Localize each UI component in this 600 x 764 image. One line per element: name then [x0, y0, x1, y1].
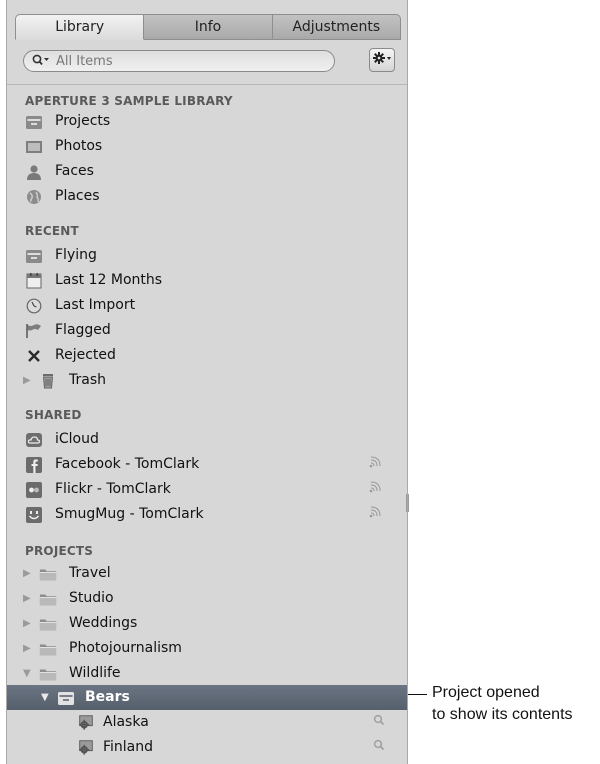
shared-item-smugmug[interactable]: SmugMug - TomClark — [7, 502, 407, 527]
section-header-shared: SHARED — [25, 408, 82, 422]
project-item-studio[interactable]: ▶ Studio — [7, 586, 407, 611]
cloud-icon — [25, 431, 43, 448]
search-icon[interactable] — [32, 54, 50, 69]
flickr-icon — [25, 481, 43, 498]
library-inspector-panel: Library Info Adjustments APERTURE 3 SAMP… — [6, 0, 408, 764]
action-menu-button[interactable] — [369, 48, 395, 72]
album-item-finland[interactable]: Finland — [7, 735, 407, 760]
library-item-places[interactable]: Places — [7, 184, 407, 209]
shared-item-label: iCloud — [55, 431, 99, 447]
trash-icon — [39, 372, 57, 389]
disclosure-triangle-down-icon[interactable]: ▼ — [41, 685, 49, 710]
project-item-travel[interactable]: ▶ Travel — [7, 561, 407, 586]
library-item-projects[interactable]: Projects — [7, 109, 407, 134]
calendar-icon — [25, 272, 43, 289]
tab-adjustments[interactable]: Adjustments — [272, 14, 401, 40]
folder-icon — [39, 665, 57, 682]
flag-icon — [25, 322, 43, 339]
recent-item-flying[interactable]: Flying — [7, 243, 407, 268]
album-item-label: Alaska — [103, 714, 149, 730]
project-item-wildlife[interactable]: ▼ Wildlife — [7, 661, 407, 686]
library-item-label: Places — [55, 188, 100, 204]
disclosure-triangle-right-icon[interactable]: ▶ — [23, 611, 31, 636]
callout-leader-line — [408, 694, 427, 695]
callout-text-line-2: to show its contents — [432, 706, 573, 723]
folder-icon — [39, 590, 57, 607]
x-mark-icon — [25, 347, 43, 364]
sync-status-icon — [369, 477, 385, 502]
recent-item-trash[interactable]: ▶ Trash — [7, 368, 407, 393]
library-item-faces[interactable]: Faces — [7, 159, 407, 184]
project-item-weddings[interactable]: ▶ Weddings — [7, 611, 407, 636]
person-silhouette-icon — [25, 163, 43, 180]
shared-item-flickr[interactable]: Flickr - TomClark — [7, 477, 407, 502]
project-item-bears[interactable]: ▼ Bears — [7, 685, 407, 710]
shared-item-icloud[interactable]: iCloud — [7, 427, 407, 452]
project-item-label: Wildlife — [69, 665, 121, 681]
recent-item-label: Flagged — [55, 322, 111, 338]
tab-library[interactable]: Library — [15, 14, 145, 40]
tab-info[interactable]: Info — [144, 14, 273, 40]
project-item-label: Photojournalism — [69, 640, 182, 656]
album-item-label: Finland — [103, 739, 154, 755]
recent-item-label: Trash — [69, 372, 106, 388]
smugmug-icon — [25, 506, 43, 523]
search-input[interactable] — [56, 53, 306, 69]
project-item-label: Weddings — [69, 615, 138, 631]
clock-icon — [25, 297, 43, 314]
project-item-label: Travel — [69, 565, 111, 581]
smart-album-gear-icon — [77, 739, 95, 756]
project-item-label: Studio — [69, 590, 114, 606]
folder-icon — [39, 640, 57, 657]
search-icon[interactable] — [373, 710, 385, 735]
recent-item-label: Last 12 Months — [55, 272, 163, 288]
library-item-label: Faces — [55, 163, 94, 179]
recent-item-last-12-months[interactable]: Last 12 Months — [7, 268, 407, 293]
album-item-alaska[interactable]: Alaska — [7, 710, 407, 735]
recent-item-rejected[interactable]: Rejected — [7, 343, 407, 368]
callout-text-line-1: Project opened — [432, 684, 540, 701]
disclosure-triangle-right-icon[interactable]: ▶ — [23, 586, 31, 611]
search-field[interactable] — [23, 50, 335, 72]
shared-item-label: Flickr - TomClark — [55, 481, 171, 497]
library-item-label: Projects — [55, 113, 111, 129]
photo-frame-icon — [25, 138, 43, 155]
inspector-tab-bar: Library Info Adjustments — [15, 14, 401, 40]
recent-item-label: Last Import — [55, 297, 136, 313]
section-header-library: APERTURE 3 SAMPLE LIBRARY — [25, 94, 233, 108]
project-item-label: Bears — [85, 689, 130, 705]
globe-icon — [25, 188, 43, 205]
disclosure-triangle-right-icon[interactable]: ▶ — [23, 636, 31, 661]
disclosure-triangle-right-icon[interactable]: ▶ — [23, 368, 31, 393]
panel-resize-handle[interactable] — [406, 494, 409, 512]
recent-item-label: Flying — [55, 247, 97, 263]
recent-item-flagged[interactable]: Flagged — [7, 318, 407, 343]
sync-status-icon — [369, 452, 385, 477]
project-box-icon — [25, 247, 43, 264]
project-item-photojournalism[interactable]: ▶ Photojournalism — [7, 636, 407, 661]
disclosure-triangle-down-icon[interactable]: ▼ — [23, 661, 31, 686]
shared-item-facebook[interactable]: Facebook - TomClark — [7, 452, 407, 477]
search-icon[interactable] — [373, 735, 385, 760]
project-box-icon — [25, 113, 43, 130]
folder-icon — [39, 615, 57, 632]
shared-item-label: Facebook - TomClark — [55, 456, 200, 472]
section-header-projects: PROJECTS — [25, 544, 94, 558]
library-item-label: Photos — [55, 138, 103, 154]
project-box-icon — [57, 689, 75, 706]
facebook-icon — [25, 456, 43, 473]
recent-item-last-import[interactable]: Last Import — [7, 293, 407, 318]
sync-status-icon — [369, 502, 385, 527]
disclosure-triangle-right-icon[interactable]: ▶ — [23, 561, 31, 586]
folder-icon — [39, 565, 57, 582]
section-header-recent: RECENT — [25, 224, 79, 238]
separator — [7, 84, 407, 85]
gear-icon — [372, 51, 392, 69]
library-item-photos[interactable]: Photos — [7, 134, 407, 159]
shared-item-label: SmugMug - TomClark — [55, 506, 204, 522]
smart-album-gear-icon — [77, 714, 95, 731]
recent-item-label: Rejected — [55, 347, 116, 363]
